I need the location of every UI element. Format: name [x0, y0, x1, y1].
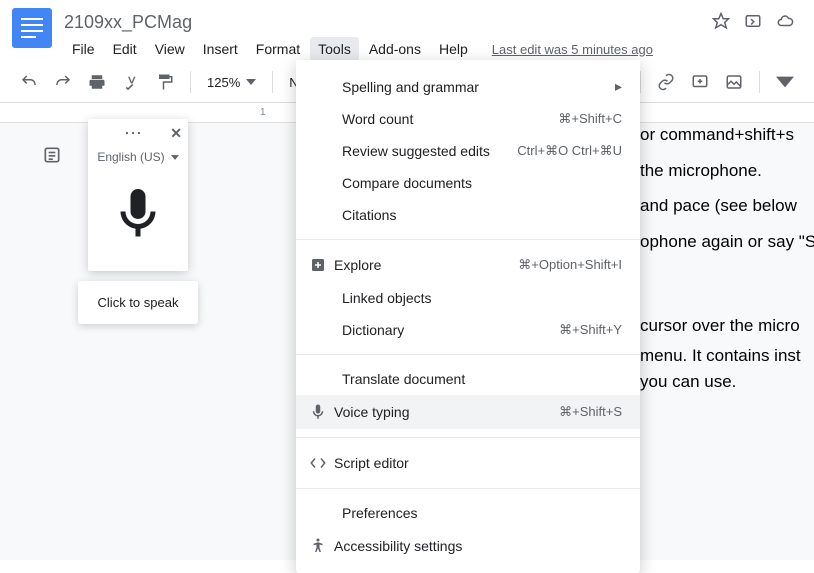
redo-button[interactable] — [48, 68, 78, 96]
tools-explore[interactable]: Explore ⌘+Option+Shift+I — [296, 248, 640, 282]
zoom-value: 125% — [207, 75, 240, 90]
outline-icon[interactable] — [40, 143, 64, 167]
explore-icon — [306, 256, 330, 274]
menu-view[interactable]: View — [147, 37, 193, 61]
menu-format[interactable]: Format — [248, 37, 308, 61]
tools-review-edits[interactable]: Review suggested edits Ctrl+⌘O Ctrl+⌘U — [296, 135, 640, 167]
voice-tooltip-text: Click to speak — [98, 295, 179, 310]
tools-compare[interactable]: Compare documents — [296, 167, 640, 199]
tools-dropdown: Spelling and grammar ▸ Word count ⌘+Shif… — [296, 60, 640, 573]
accessibility-icon — [306, 537, 330, 555]
docs-logo[interactable] — [12, 8, 52, 48]
link-button[interactable] — [651, 68, 681, 96]
voice-tooltip: Click to speak — [78, 281, 198, 324]
tools-linked-objects[interactable]: Linked objects — [296, 282, 640, 314]
voice-language-select[interactable]: English (US) — [91, 148, 184, 166]
tools-word-count[interactable]: Word count ⌘+Shift+C — [296, 103, 640, 135]
menu-addons[interactable]: Add-ons — [361, 37, 429, 61]
menu-tools[interactable]: Tools — [310, 37, 359, 61]
cloud-icon[interactable] — [776, 12, 794, 33]
more-button[interactable] — [770, 68, 800, 96]
tools-accessibility[interactable]: Accessibility settings — [296, 529, 640, 563]
doc-line: and pace (see below — [640, 188, 814, 224]
tools-voice-typing[interactable]: Voice typing ⌘+Shift+S — [296, 395, 640, 429]
voice-language-label: English (US) — [97, 150, 164, 164]
tools-dictionary[interactable]: Dictionary ⌘+Shift+Y — [296, 314, 640, 346]
spellcheck-button[interactable] — [116, 68, 146, 96]
doc-line: menu. It contains inst — [640, 343, 814, 369]
tools-translate[interactable]: Translate document — [296, 363, 640, 395]
undo-button[interactable] — [14, 68, 44, 96]
doc-line: ophone again or say "S — [640, 224, 814, 260]
more-dots-icon[interactable]: ⋯ — [124, 123, 142, 144]
tools-spelling[interactable]: Spelling and grammar ▸ — [296, 70, 640, 103]
move-icon[interactable] — [744, 12, 762, 33]
image-button[interactable] — [719, 68, 749, 96]
print-button[interactable] — [82, 68, 112, 96]
last-edit-link[interactable]: Last edit was 5 minutes ago — [492, 42, 653, 57]
tools-citations[interactable]: Citations — [296, 199, 640, 231]
doc-line: cursor over the micro — [640, 308, 814, 344]
microphone-icon — [306, 403, 330, 421]
doc-line: or command+shift+s — [640, 117, 814, 153]
close-icon[interactable]: ✕ — [170, 125, 182, 142]
menu-help[interactable]: Help — [431, 37, 476, 61]
star-icon[interactable] — [712, 12, 730, 33]
menu-edit[interactable]: Edit — [105, 37, 145, 61]
menu-file[interactable]: File — [64, 37, 103, 61]
comment-button[interactable] — [685, 68, 715, 96]
tools-preferences[interactable]: Preferences — [296, 497, 640, 529]
doc-line: the microphone. — [640, 153, 814, 189]
submenu-arrow-icon: ▸ — [615, 78, 622, 95]
document-title[interactable]: 2109xx_PCMag — [64, 12, 192, 33]
microphone-button[interactable] — [98, 174, 178, 254]
document-body-text[interactable]: or command+shift+s the microphone. and p… — [640, 117, 814, 394]
doc-line: you can use. — [640, 369, 814, 395]
tools-script-editor[interactable]: Script editor — [296, 446, 640, 480]
script-icon — [306, 454, 330, 472]
zoom-select[interactable]: 125% — [201, 71, 262, 94]
ruler-mark: 1 — [260, 107, 266, 118]
menu-insert[interactable]: Insert — [195, 37, 246, 61]
voice-typing-panel: ⋯ ✕ English (US) — [88, 119, 188, 271]
paint-format-button[interactable] — [150, 68, 180, 96]
